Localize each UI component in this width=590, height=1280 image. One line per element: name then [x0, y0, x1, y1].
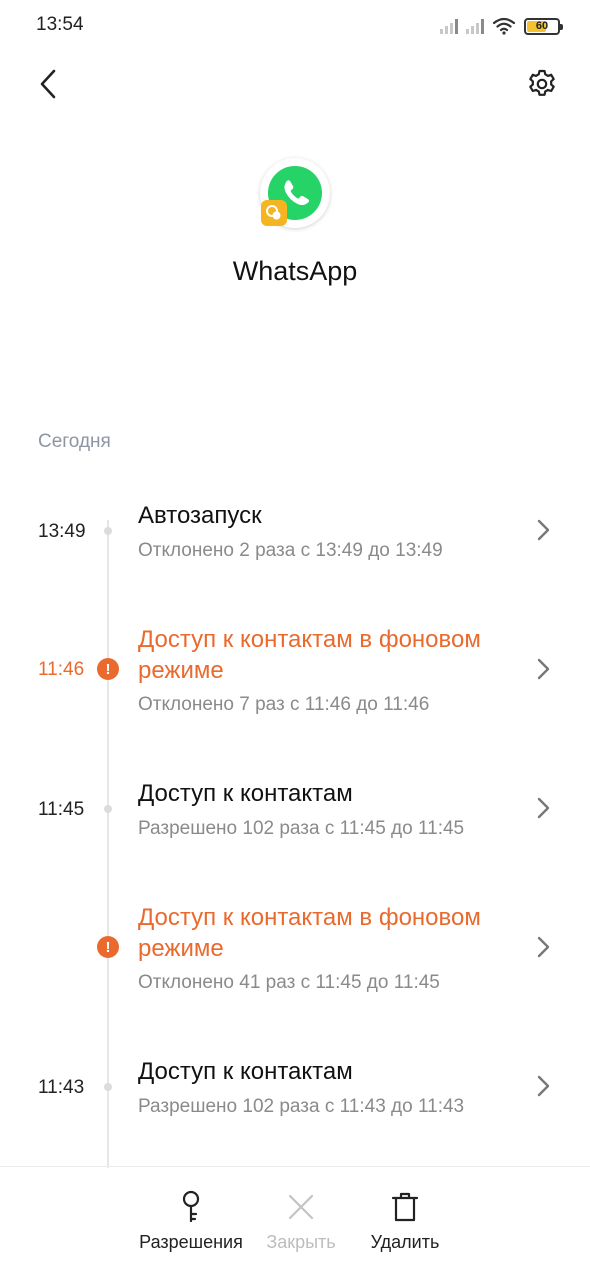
back-button[interactable]: [28, 64, 68, 104]
delete-button[interactable]: Удалить: [340, 1190, 470, 1260]
timeline-dot: [104, 1083, 112, 1091]
app-name: WhatsApp: [232, 256, 358, 286]
bottom-divider: [0, 1166, 590, 1167]
status-icons: 60: [440, 14, 563, 38]
chevron-right-icon: [537, 658, 550, 680]
status-time: 13:54: [36, 14, 84, 35]
chevron-right-icon: [537, 1075, 550, 1097]
event-subtitle: Отклонено 41 раз с 11:45 до 11:45: [138, 972, 440, 993]
event-row[interactable]: 11:46 ! Доступ к контактам в фоновом реж…: [0, 612, 590, 732]
event-row[interactable]: 11:45 Доступ к контактам Разрешено 102 р…: [0, 768, 590, 858]
event-title: Доступ к контактам в фоновом режиме: [138, 626, 481, 684]
event-time: 11:45: [38, 799, 85, 820]
key-icon: [174, 1190, 208, 1224]
alert-icon: !: [97, 658, 119, 680]
event-subtitle: Отклонено 7 раз с 11:46 до 11:46: [138, 694, 430, 715]
chevron-right-icon: [537, 936, 550, 958]
event-title: Доступ к контактам в фоновом режиме: [138, 904, 481, 962]
delete-label: Удалить: [370, 1232, 440, 1252]
status-bar: 13:54 60: [0, 0, 590, 52]
signal-icon-2: [466, 18, 484, 34]
battery-level: 60: [535, 20, 549, 32]
trash-icon: [388, 1190, 422, 1224]
section-label-today: Сегодня: [38, 431, 111, 452]
event-title: Автозапуск: [138, 502, 262, 529]
chevron-right-icon: [537, 519, 550, 541]
chevron-right-icon: [537, 797, 550, 819]
event-time: 13:49: [38, 521, 86, 542]
back-arrow-icon: [40, 69, 56, 99]
event-row[interactable]: ! Доступ к контактам в фоновом режиме От…: [0, 890, 590, 1010]
wifi-icon: [492, 17, 516, 35]
event-subtitle: Разрешено 102 раза с 11:43 до 11:43: [138, 1096, 465, 1117]
permissions-label: Разрешения: [139, 1232, 243, 1252]
event-time: 11:46: [38, 659, 85, 680]
app-icon: [260, 158, 332, 230]
event-row[interactable]: 13:49 Автозапуск Отклонено 2 раза с 13:4…: [0, 490, 590, 580]
event-subtitle: Отклонено 2 раза с 13:49 до 13:49: [138, 540, 443, 561]
dual-app-badge-icon: [261, 200, 287, 226]
timeline-dot: [104, 805, 112, 813]
close-label: Закрыть: [266, 1232, 336, 1252]
event-row[interactable]: 11:43 Доступ к контактам Разрешено 102 р…: [0, 1046, 590, 1136]
event-subtitle: Разрешено 102 раза с 11:45 до 11:45: [138, 818, 465, 839]
close-icon: [284, 1190, 318, 1224]
event-title: Доступ к контактам: [138, 780, 353, 807]
event-time: 11:43: [38, 1077, 85, 1098]
settings-button[interactable]: [522, 64, 562, 104]
gear-icon: [529, 69, 555, 96]
timeline-dot: [104, 527, 112, 535]
alert-icon: !: [97, 936, 119, 958]
battery-icon: 60: [524, 17, 563, 35]
event-title: Доступ к контактам: [138, 1058, 353, 1085]
signal-icon: [440, 18, 458, 34]
